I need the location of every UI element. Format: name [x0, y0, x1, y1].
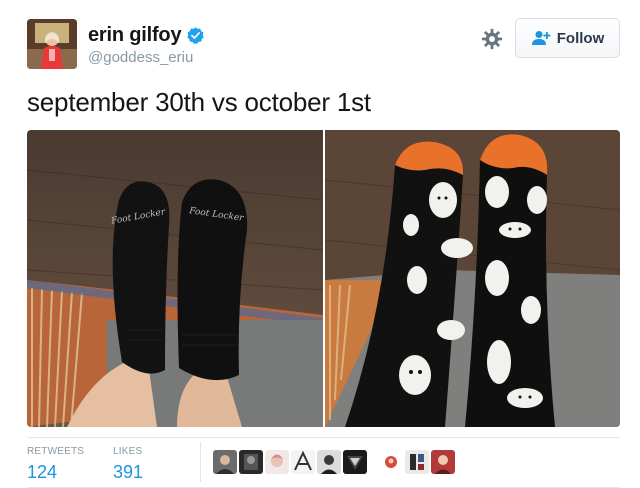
liker-avatar[interactable]	[291, 450, 315, 474]
user-info: erin gilfoy @goddess_eriu	[88, 24, 205, 66]
avatar-image	[27, 19, 77, 69]
liker-avatar[interactable]	[239, 450, 263, 474]
likers-avatars	[213, 450, 455, 474]
likes-count[interactable]: 391	[113, 462, 143, 483]
add-user-icon	[531, 31, 551, 45]
photo-black-socks[interactable]: Foot Locker Foot Locker	[27, 130, 323, 427]
retweets-label: RETWEETS	[27, 446, 85, 457]
follow-label: Follow	[556, 29, 605, 47]
likes-label: LIKES	[113, 446, 143, 457]
stats-separator	[200, 442, 201, 482]
ghost-socks-image	[324, 130, 620, 427]
liker-avatar[interactable]	[343, 450, 367, 474]
likes-stat[interactable]: LIKES 391	[113, 446, 143, 483]
photo-ghost-socks[interactable]	[324, 130, 621, 427]
liker-avatar[interactable]	[379, 450, 403, 474]
photo-grid[interactable]: Foot Locker Foot Locker	[27, 130, 620, 427]
user-handle[interactable]: @goddess_eriu	[88, 49, 205, 66]
tweet-card: erin gilfoy @goddess_eriu Follow septemb…	[0, 0, 640, 488]
follow-button[interactable]: Follow	[515, 18, 620, 58]
liker-avatar[interactable]	[317, 450, 341, 474]
verified-badge-icon	[187, 27, 205, 44]
user-name[interactable]: erin gilfoy	[88, 24, 182, 47]
liker-avatar[interactable]	[213, 450, 237, 474]
liker-avatar[interactable]	[405, 450, 429, 474]
gear-icon[interactable]	[481, 28, 503, 50]
stats-divider-top	[27, 437, 620, 438]
liker-avatar[interactable]	[265, 450, 289, 474]
retweets-count[interactable]: 124	[27, 462, 84, 483]
tweet-text: september 30th vs october 1st	[27, 87, 371, 117]
black-socks-image	[27, 130, 323, 427]
liker-avatar[interactable]	[431, 450, 455, 474]
name-row: erin gilfoy	[88, 24, 205, 47]
avatar[interactable]	[27, 19, 77, 69]
retweets-stat[interactable]: RETWEETS 124	[27, 446, 84, 483]
